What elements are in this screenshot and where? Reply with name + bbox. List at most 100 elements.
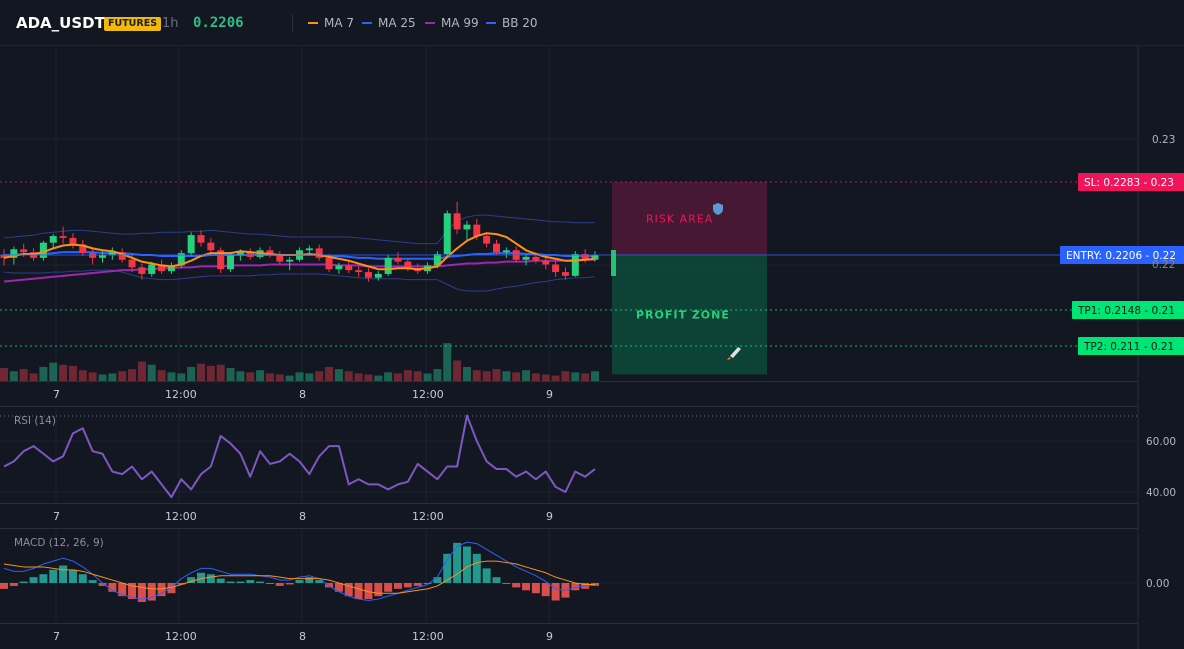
macd-histogram-bar bbox=[531, 583, 540, 594]
entry-marker bbox=[611, 250, 616, 276]
candle-body[interactable] bbox=[345, 265, 353, 271]
volume-bar bbox=[108, 373, 117, 381]
volume-bar bbox=[315, 371, 324, 381]
candle-body[interactable] bbox=[148, 264, 156, 274]
rsi-axis-label: 40.00 bbox=[1146, 487, 1176, 499]
volume-bar bbox=[128, 369, 137, 381]
macd-histogram-bar bbox=[502, 583, 511, 584]
volume-bar bbox=[275, 374, 284, 381]
macd-histogram-bar bbox=[374, 583, 383, 597]
volume-bar bbox=[147, 364, 156, 381]
macd-histogram-bar bbox=[433, 577, 442, 583]
macd-histogram-bar bbox=[0, 583, 8, 589]
volume-bar bbox=[29, 373, 38, 381]
volume-bar bbox=[118, 371, 127, 381]
candle-body[interactable] bbox=[463, 224, 471, 230]
macd-histogram-bar bbox=[482, 568, 491, 583]
candle-body[interactable] bbox=[197, 235, 205, 243]
volume-bar bbox=[256, 370, 265, 381]
candle-body[interactable] bbox=[493, 243, 500, 253]
candle-body[interactable] bbox=[384, 257, 392, 274]
macd-histogram-bar bbox=[354, 583, 363, 600]
macd-histogram-bar bbox=[403, 583, 412, 588]
time-axis-label: 7 bbox=[53, 388, 60, 401]
trading-chart[interactable]: RISK AREAPROFIT ZONESL: 0.2283 - 0.23ENT… bbox=[0, 0, 1184, 649]
volume-bar bbox=[512, 372, 521, 381]
volume-bar bbox=[187, 366, 196, 381]
rsi-title: RSI (14) bbox=[14, 415, 56, 427]
candle-body[interactable] bbox=[542, 260, 550, 265]
macd-histogram-bar bbox=[413, 583, 422, 586]
volume-bar bbox=[531, 373, 540, 381]
candle-body[interactable] bbox=[128, 259, 136, 268]
macd-histogram-bar bbox=[462, 546, 471, 583]
volume-bar bbox=[522, 370, 531, 381]
candle-body[interactable] bbox=[187, 235, 195, 254]
candle-body[interactable] bbox=[552, 264, 560, 273]
candle-body[interactable] bbox=[138, 267, 146, 274]
macd-histogram-bar bbox=[39, 574, 48, 583]
volume-bar bbox=[226, 368, 235, 381]
volume-bar bbox=[453, 360, 462, 381]
candle-body[interactable] bbox=[522, 256, 530, 260]
macd-histogram-bar bbox=[541, 583, 550, 597]
candle-body[interactable] bbox=[502, 250, 510, 253]
volume-bar bbox=[433, 369, 442, 381]
candle-body[interactable] bbox=[227, 255, 235, 270]
volume-bar bbox=[384, 372, 393, 381]
volume-bar bbox=[197, 363, 205, 381]
candle-body[interactable] bbox=[443, 213, 451, 255]
time-axis-label: 12:00 bbox=[412, 510, 444, 523]
candle-body[interactable] bbox=[364, 272, 372, 278]
profit-zone-label: PROFIT ZONE bbox=[636, 309, 730, 322]
volume-bar bbox=[0, 368, 8, 381]
volume-bar bbox=[334, 369, 343, 381]
volume-bar bbox=[374, 375, 383, 381]
candle-body[interactable] bbox=[374, 273, 382, 278]
time-axis-label: 8 bbox=[299, 630, 306, 643]
candle-body[interactable] bbox=[286, 259, 294, 262]
macd-histogram-bar bbox=[88, 580, 97, 583]
candle-body[interactable] bbox=[532, 256, 540, 261]
volume-bar bbox=[49, 362, 58, 381]
volume-bar bbox=[137, 361, 146, 381]
price-axis-label: 0.23 bbox=[1152, 134, 1175, 146]
volume-bar bbox=[581, 373, 590, 381]
volume-bar bbox=[502, 371, 511, 381]
candle-body[interactable] bbox=[453, 213, 461, 230]
candle-body[interactable] bbox=[571, 254, 579, 276]
volume-bar bbox=[78, 370, 87, 381]
candle-body[interactable] bbox=[483, 236, 491, 244]
level-tag-text: TP2: 0.211 - 0.21 bbox=[1083, 341, 1174, 353]
volume-bar bbox=[551, 375, 560, 381]
volume-bar bbox=[265, 373, 274, 381]
volume-bar bbox=[295, 372, 304, 381]
candle-body[interactable] bbox=[20, 249, 28, 253]
volume-bar bbox=[423, 373, 432, 381]
time-axis-label: 12:00 bbox=[412, 630, 444, 643]
volume-bar bbox=[88, 372, 97, 381]
candle-body[interactable] bbox=[207, 242, 215, 251]
volume-bar bbox=[344, 371, 353, 381]
candle-body[interactable] bbox=[305, 248, 313, 251]
rsi-line bbox=[3, 414, 596, 499]
candle-body[interactable] bbox=[561, 272, 569, 276]
risk-area-label: RISK AREA bbox=[646, 213, 713, 226]
macd-histogram-bar bbox=[285, 583, 294, 585]
macd-histogram-bar bbox=[305, 577, 314, 583]
volume-bar bbox=[98, 374, 107, 381]
macd-histogram-bar bbox=[246, 580, 255, 583]
candle-body[interactable] bbox=[49, 236, 57, 243]
candle-body[interactable] bbox=[59, 236, 67, 238]
volume-bar bbox=[246, 372, 255, 381]
volume-bar bbox=[216, 364, 225, 381]
candle-body[interactable] bbox=[394, 257, 402, 262]
macd-histogram-bar bbox=[492, 577, 501, 583]
candle-body[interactable] bbox=[335, 265, 343, 270]
macd-line bbox=[3, 541, 596, 602]
volume-bar bbox=[492, 369, 501, 381]
macd-histogram-bar bbox=[394, 583, 402, 589]
time-axis-label: 7 bbox=[53, 630, 60, 643]
candle-body[interactable] bbox=[325, 257, 333, 270]
candle-body[interactable] bbox=[355, 270, 363, 273]
